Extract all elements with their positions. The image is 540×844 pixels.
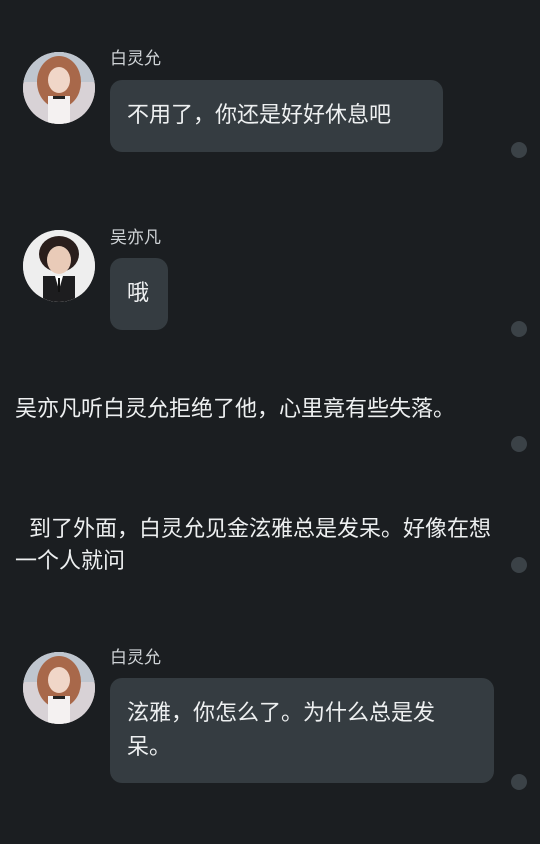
avatar-bai-lingyun[interactable]: [23, 652, 95, 724]
message-status-dot[interactable]: [511, 436, 527, 452]
message-bubble[interactable]: 不用了，你还是好好休息吧: [110, 80, 443, 152]
message-bubble[interactable]: 哦: [110, 258, 168, 330]
message-status-dot[interactable]: [511, 142, 527, 158]
message-status-dot[interactable]: [511, 321, 527, 337]
sender-name: 白灵允: [110, 648, 161, 668]
message-status-dot[interactable]: [511, 557, 527, 573]
message-status-dot[interactable]: [511, 774, 527, 790]
narration-text: 吴亦凡听白灵允拒绝了他，心里竟有些失落。: [15, 397, 456, 422]
sender-name: 吴亦凡: [110, 228, 161, 248]
message-bubble[interactable]: 泫雅，你怎么了。为什么总是发呆。: [110, 678, 494, 783]
avatar-bai-lingyun[interactable]: [23, 52, 95, 124]
narration-text: 到了外面，白灵允见金泫雅总是发呆。好像在想一个人就问: [15, 517, 492, 574]
avatar-wu-yifan[interactable]: [23, 230, 95, 302]
sender-name: 白灵允: [110, 49, 161, 69]
